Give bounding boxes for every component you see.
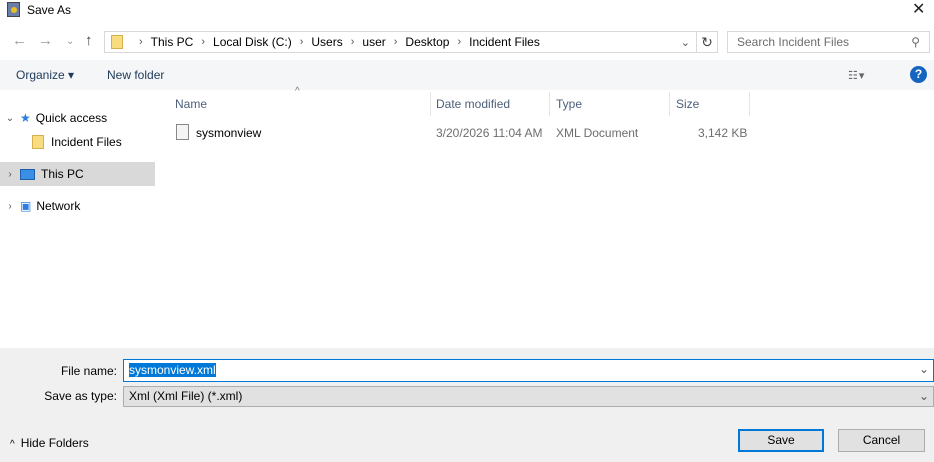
column-divider (549, 92, 550, 116)
help-button[interactable]: ? (910, 66, 927, 83)
star-icon: ★ (20, 111, 31, 125)
crumb-local-disk[interactable]: Local Disk (C:) (213, 35, 292, 49)
new-folder-button[interactable]: New folder (107, 68, 164, 82)
computer-icon (20, 168, 35, 180)
refresh-button[interactable]: ↻ (696, 31, 718, 53)
view-options-icon[interactable]: ☷ ▾ (848, 69, 864, 82)
sidebar-item-incident-files[interactable]: Incident Files (0, 130, 155, 154)
forward-button[interactable]: → (38, 32, 53, 49)
column-divider (430, 92, 431, 116)
column-divider (749, 92, 750, 116)
column-date[interactable]: Date modified (436, 92, 510, 116)
hide-folders-button[interactable]: ^ Hide Folders (10, 436, 89, 450)
folder-icon (111, 35, 123, 49)
close-button[interactable]: ✕ (912, 0, 925, 19)
recent-locations-icon[interactable]: ⌄ (66, 36, 74, 47)
window-title: Save As (27, 3, 72, 17)
column-divider (669, 92, 670, 116)
search-input[interactable]: Search Incident Files ⚲ (727, 31, 930, 53)
save-button[interactable]: Save (738, 429, 824, 452)
chevron-up-icon: ^ (10, 439, 15, 450)
file-name-input[interactable]: sysmonview.xml ⌄ (123, 359, 934, 382)
search-icon: ⚲ (911, 35, 920, 49)
network-icon: ▣ (20, 199, 32, 213)
back-button[interactable]: ← (12, 32, 27, 49)
crumb-incident-files[interactable]: Incident Files (469, 35, 540, 49)
crumb-users[interactable]: Users (311, 35, 342, 49)
file-size: 3,142 KB (698, 126, 748, 140)
save-type-label: Save as type: (44, 389, 117, 403)
address-bar[interactable]: › This PC › Local Disk (C:) › Users › user ›… (104, 31, 697, 53)
organize-button[interactable]: Organize ▾ (16, 68, 74, 82)
column-type[interactable]: Type (556, 92, 582, 116)
save-type-select[interactable]: Xml (Xml File) (*.xml) ⌄ (123, 386, 934, 407)
crumb-this-pc[interactable]: This PC (151, 35, 194, 49)
chevron-down-icon[interactable]: ⌄ (919, 362, 929, 376)
address-dropdown-icon[interactable]: ⌄ (681, 36, 690, 49)
file-name[interactable]: sysmonview (196, 126, 261, 140)
column-name[interactable]: Name (175, 92, 207, 116)
file-name-label: File name: (60, 364, 117, 378)
file-name-value: sysmonview.xml (129, 363, 216, 377)
sidebar-item-this-pc[interactable]: › This PC (0, 162, 155, 186)
sort-ascending-icon: ^ (295, 86, 300, 97)
xml-file-icon (176, 124, 189, 140)
search-placeholder: Search Incident Files (737, 35, 850, 49)
crumb-desktop[interactable]: Desktop (405, 35, 449, 49)
folder-icon (32, 135, 44, 149)
sidebar-item-quick-access[interactable]: ⌄ ★ Quick access (0, 106, 155, 130)
save-type-value: Xml (Xml File) (*.xml) (129, 389, 243, 403)
crumb-user[interactable]: user (362, 35, 385, 49)
cancel-button[interactable]: Cancel (838, 429, 925, 452)
up-button[interactable]: ↑ (85, 32, 93, 49)
app-icon (7, 2, 20, 17)
file-type: XML Document (556, 126, 639, 140)
sidebar-item-network[interactable]: › ▣ Network (0, 194, 155, 218)
column-size[interactable]: Size (676, 92, 699, 116)
chevron-down-icon: ⌄ (918, 389, 929, 403)
file-date: 3/20/2026 11:04 AM (436, 126, 543, 140)
